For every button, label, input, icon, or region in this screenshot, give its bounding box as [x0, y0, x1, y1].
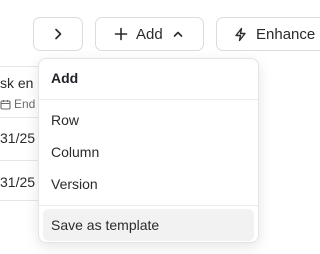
add-button-label: Add — [136, 25, 163, 43]
column-header-end: End — [0, 97, 35, 111]
chevron-up-icon — [172, 28, 184, 40]
enhance-button-label: Enhance — [256, 25, 316, 43]
table-row[interactable]: 31/25 — [0, 160, 40, 201]
lightning-icon — [233, 27, 248, 42]
chevron-right-icon — [51, 27, 65, 41]
end-date-cell: 31/25 — [0, 130, 36, 146]
menu-item-save-as-template[interactable]: Save as template — [43, 209, 254, 241]
menu-header: Add — [51, 70, 79, 86]
expand-button[interactable] — [33, 17, 83, 51]
menu-item-column[interactable]: Column — [39, 136, 258, 168]
column-header-task: sk en — [0, 75, 34, 91]
menu-item-version[interactable]: Version — [39, 168, 258, 200]
end-date-cell: 31/25 — [0, 174, 36, 190]
menu-divider — [39, 205, 258, 206]
calendar-icon — [0, 99, 11, 110]
enhance-button[interactable]: Enhance — [216, 17, 320, 51]
table-row[interactable]: 31/25 — [0, 116, 40, 161]
add-button[interactable]: Add — [95, 17, 204, 51]
menu-divider — [39, 99, 258, 100]
table-header: sk en End — [0, 66, 40, 118]
plus-icon — [114, 27, 128, 41]
add-dropdown-menu: Add Row Column Version Save as template — [38, 58, 259, 243]
menu-item-row[interactable]: Row — [39, 104, 258, 136]
